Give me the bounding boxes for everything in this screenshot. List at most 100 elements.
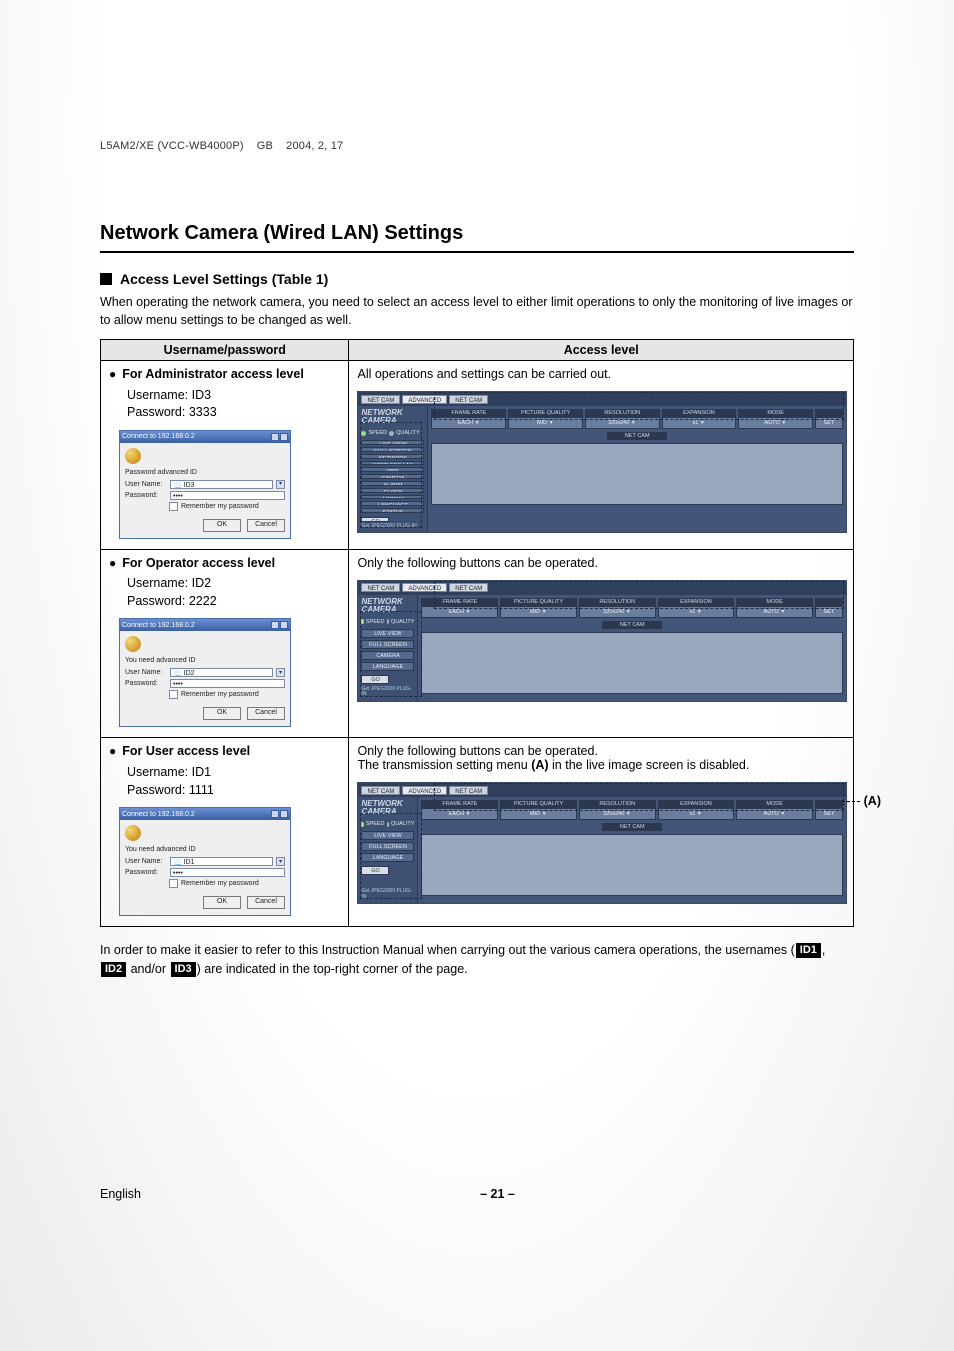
chevron-down-icon[interactable]: ▾ (276, 668, 285, 677)
param-select[interactable]: 320x240▾ (579, 606, 656, 618)
go-button[interactable]: GO (361, 866, 389, 875)
chevron-down-icon[interactable]: ▾ (276, 857, 285, 866)
param-select[interactable]: x1▾ (658, 606, 735, 618)
menu-item-alarm[interactable]: ALARM (361, 481, 424, 486)
param-select[interactable]: MID▾ (500, 808, 577, 820)
param-select[interactable]: x1▾ (662, 417, 737, 429)
camui-tab[interactable]: NET CAM (449, 583, 488, 592)
menu-item-clock[interactable]: CLOCK (361, 488, 424, 493)
login-password-input[interactable] (170, 679, 285, 688)
camui-chip: NET CAM (602, 621, 662, 629)
menu-item-live-view[interactable]: LIVE VIEW (361, 831, 414, 840)
help-icon[interactable] (271, 810, 279, 818)
plugin-link[interactable]: Get JPEG2000 PLUG-IN (361, 524, 424, 530)
speed-quality-toggle[interactable]: SPEED QUALITY (361, 821, 414, 827)
menu-item-wireless-lan[interactable]: WIRELESS LAN (361, 461, 424, 466)
param-cell: PICTURE QUALITY MID▾ (500, 598, 577, 618)
camui-tab[interactable]: NET CAM (449, 786, 488, 795)
camui-tab[interactable]: ADVANCED (402, 395, 447, 404)
go-button[interactable]: GO (361, 517, 389, 522)
camui-sidebar: NETWORKCAMERA SPEED QUALITY LIVE VIEW FUL… (358, 595, 418, 701)
remember-checkbox[interactable] (169, 502, 178, 511)
menu-item-dns[interactable]: DNS (361, 467, 424, 472)
login-title: Connect to 192.168.0.2 (122, 622, 195, 629)
menu-item-status[interactable]: STATUS (361, 508, 424, 513)
username-value: ID3 (192, 388, 211, 402)
param-cell: RESOLUTION 320x240▾ (579, 800, 656, 820)
close-icon[interactable] (280, 433, 288, 441)
param-select[interactable]: AUTO▾ (736, 808, 813, 820)
access-description: Only the following buttons can be operat… (357, 744, 845, 758)
menu-item-language[interactable]: LANGUAGE (361, 662, 414, 671)
param-select[interactable]: 320x240▾ (579, 808, 656, 820)
access-description: All operations and settings can be carri… (357, 367, 845, 381)
camui-tab[interactable]: NET CAM (361, 395, 400, 404)
menu-item-live-view[interactable]: LIVE VIEW (361, 440, 424, 445)
cancel-button[interactable]: Cancel (247, 707, 285, 720)
brand-logo: NETWORKCAMERA (361, 598, 414, 614)
param-select[interactable]: AUTO▾ (738, 417, 813, 429)
camui-tab[interactable]: NET CAM (449, 395, 488, 404)
keys-icon (125, 636, 141, 652)
menu-item-access[interactable]: ACCESS (361, 495, 424, 500)
menu-item-camera[interactable]: CAMERA (361, 474, 424, 479)
param-select[interactable]: AUTO▾ (736, 606, 813, 618)
speed-quality-toggle[interactable]: SPEED QUALITY (361, 619, 414, 625)
doc-code: L5AM2/XE (VCC-WB4000P) GB 2004, 2, 17 (100, 140, 854, 152)
param-select[interactable]: MID▾ (500, 606, 577, 618)
param-cell: RESOLUTION 320x240▾ (579, 598, 656, 618)
login-password-input[interactable] (170, 491, 285, 500)
login-password-input[interactable] (170, 868, 285, 877)
go-button[interactable]: GO (361, 675, 389, 684)
menu-item-full-screen[interactable]: FULL SCREEN (361, 447, 424, 452)
row-title: For Operator access level (122, 556, 275, 570)
table-row: ●For User access level Username: ID1 Pas… (101, 738, 854, 927)
set-button[interactable]: SET (815, 606, 843, 618)
cancel-button[interactable]: Cancel (247, 896, 285, 909)
table-row: ●For Operator access level Username: ID2… (101, 549, 854, 738)
close-icon[interactable] (280, 621, 288, 629)
remember-checkbox[interactable] (169, 690, 178, 699)
param-select[interactable]: 320x240▾ (585, 417, 660, 429)
camui-tab[interactable]: NET CAM (361, 786, 400, 795)
ok-button[interactable]: OK (203, 519, 241, 532)
camui-main: FRAME RATE EACH▾ PICTURE QUALITY MID▾ RE… (418, 797, 846, 903)
close-icon[interactable] (280, 810, 288, 818)
login-username-input[interactable]: 📃 ID1 (170, 857, 273, 866)
speed-quality-toggle[interactable]: SPEED QUALITY (361, 430, 424, 436)
cancel-button[interactable]: Cancel (247, 519, 285, 532)
brand-logo: NETWORKCAMERA (361, 409, 424, 425)
param-cell: MODE AUTO▾ (736, 800, 813, 820)
menu-item-live-view[interactable]: LIVE VIEW (361, 629, 414, 638)
param-select[interactable]: EACH▾ (421, 808, 498, 820)
param-cell: EXPANSION x1▾ (658, 800, 735, 820)
help-icon[interactable] (271, 621, 279, 629)
radio-icon (387, 822, 389, 827)
camui-tab[interactable]: ADVANCED (402, 583, 447, 592)
plugin-link[interactable]: Get JPEG2000 PLUG-IN (361, 889, 414, 900)
menu-item-network[interactable]: NETWORK (361, 454, 424, 459)
set-button[interactable]: SET (815, 417, 843, 429)
menu-item-camera[interactable]: CAMERA (361, 651, 414, 660)
menu-item-language[interactable]: LANGUAGE (361, 501, 424, 506)
param-select[interactable]: MID▾ (508, 417, 583, 429)
param-select[interactable]: EACH▾ (431, 417, 506, 429)
menu-item-language[interactable]: LANGUAGE (361, 853, 414, 862)
param-select[interactable]: x1▾ (658, 808, 735, 820)
help-icon[interactable] (271, 433, 279, 441)
login-username-input[interactable]: 📃 ID2 (170, 668, 273, 677)
ok-button[interactable]: OK (203, 707, 241, 720)
set-button[interactable]: SET (815, 808, 843, 820)
menu-item-full-screen[interactable]: FULL SCREEN (361, 842, 414, 851)
bullet-icon: ● (109, 744, 116, 760)
ok-button[interactable]: OK (203, 896, 241, 909)
remember-checkbox[interactable] (169, 879, 178, 888)
plugin-link[interactable]: Get JPEG2000 PLUG-IN (361, 687, 414, 698)
menu-item-full-screen[interactable]: FULL SCREEN (361, 640, 414, 649)
camui-tab[interactable]: ADVANCED (402, 786, 447, 795)
page-title: Network Camera (Wired LAN) Settings (100, 222, 854, 245)
chevron-down-icon[interactable]: ▾ (276, 480, 285, 489)
login-username-input[interactable]: 📃 ID3 (170, 480, 273, 489)
param-select[interactable]: EACH▾ (421, 606, 498, 618)
camui-tab[interactable]: NET CAM (361, 583, 400, 592)
